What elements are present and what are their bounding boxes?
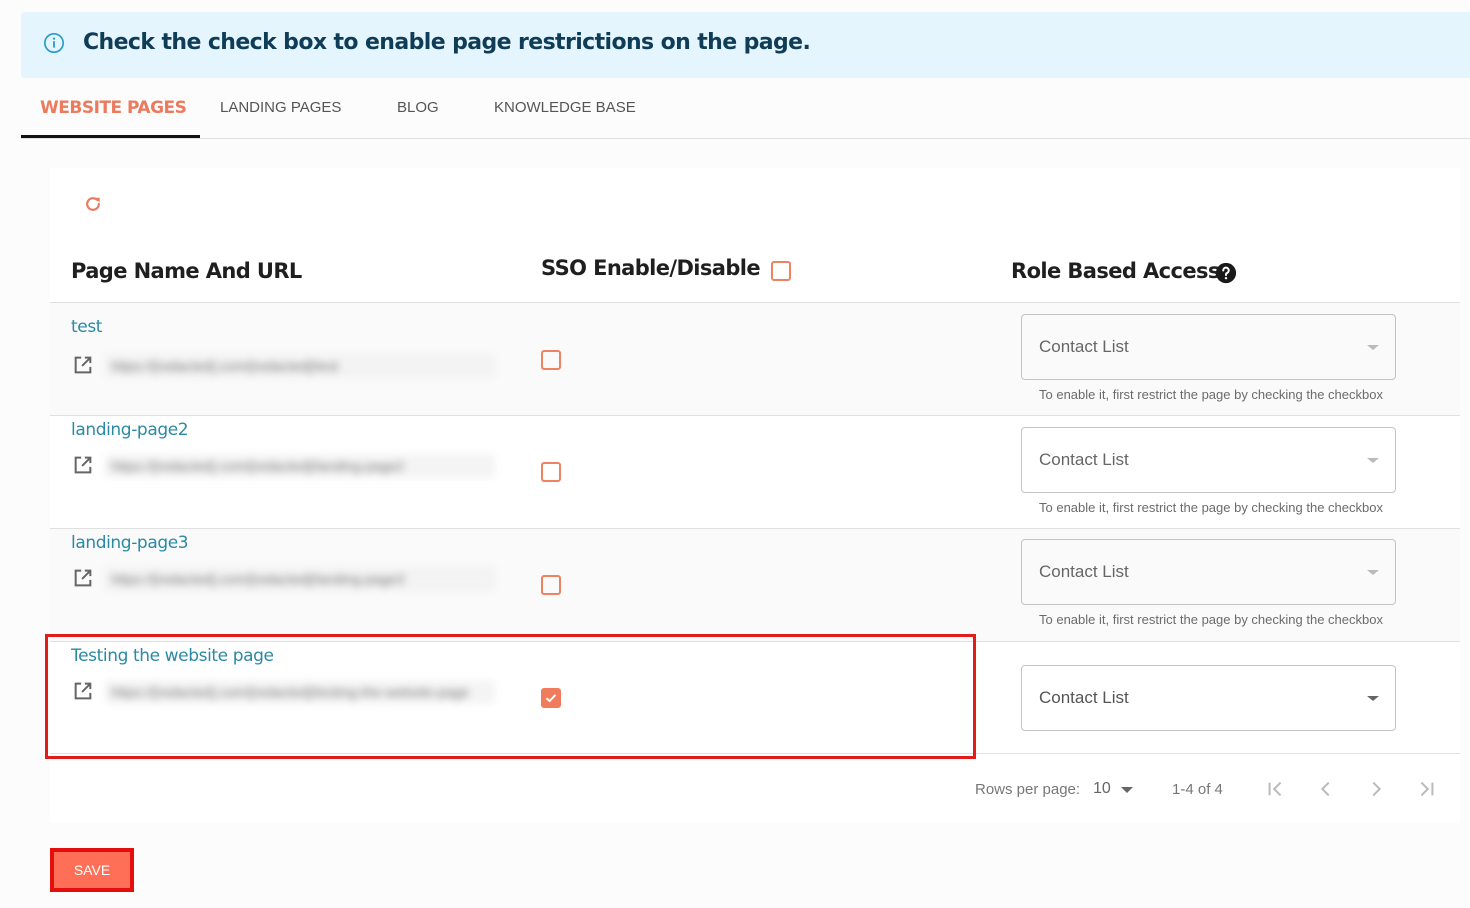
help-circle-icon[interactable]: [1215, 262, 1237, 284]
page-url: https://[redacted].com/[redacted]/test: [105, 354, 495, 378]
table-pagination: Rows per page: 10 1-4 of 4: [50, 768, 1460, 808]
page-name-link[interactable]: landing-page2: [71, 420, 189, 440]
role-select[interactable]: Contact List: [1021, 665, 1396, 731]
sso-checkbox[interactable]: [541, 575, 561, 595]
role-select-value: Contact List: [1039, 688, 1129, 707]
open-external-icon[interactable]: [72, 454, 94, 476]
role-helper-text: To enable it, first restrict the page by…: [1039, 612, 1383, 627]
role-select-value: Contact List: [1039, 337, 1129, 356]
open-external-icon[interactable]: [72, 680, 94, 702]
rows-per-page-caret-icon[interactable]: [1121, 787, 1133, 793]
open-external-icon[interactable]: [72, 354, 94, 376]
pagination-range: 1-4 of 4: [1172, 781, 1223, 798]
page-name-link[interactable]: Testing the website page: [71, 646, 274, 666]
sso-checkbox[interactable]: [541, 350, 561, 370]
column-header-sso: SSO Enable/Disable: [541, 256, 761, 280]
pages-table-card: Page Name And URL SSO Enable/Disable Rol…: [50, 168, 1460, 823]
previous-page-icon[interactable]: [1315, 778, 1337, 800]
checkmark-icon: [545, 694, 557, 703]
next-page-icon[interactable]: [1365, 778, 1387, 800]
save-button[interactable]: SAVE: [50, 848, 134, 892]
role-select-value: Contact List: [1039, 450, 1129, 469]
table-row: landing-page3 https://[redacted].com/[re…: [50, 529, 1460, 642]
role-helper-text: To enable it, first restrict the page by…: [1039, 387, 1383, 402]
info-banner: Check the check box to enable page restr…: [21, 12, 1470, 78]
last-page-icon[interactable]: [1415, 778, 1437, 800]
sso-select-all-checkbox[interactable]: [771, 261, 791, 281]
dropdown-caret-icon: [1367, 458, 1379, 463]
role-helper-text: To enable it, first restrict the page by…: [1039, 500, 1383, 515]
tab-knowledge-base[interactable]: KNOWLEDGE BASE: [494, 78, 636, 138]
role-select-value: Contact List: [1039, 562, 1129, 581]
tab-website-pages[interactable]: WEBSITE PAGES: [40, 78, 187, 138]
table-row: Testing the website page https://[redact…: [50, 642, 1460, 754]
page-name-link[interactable]: test: [71, 317, 102, 337]
active-tab-indicator: [21, 135, 200, 138]
column-header-role: Role Based Access: [1011, 259, 1220, 283]
refresh-icon[interactable]: [83, 194, 103, 214]
content-type-tabs: WEBSITE PAGES LANDING PAGES BLOG KNOWLED…: [21, 78, 1470, 139]
open-external-icon[interactable]: [72, 567, 94, 589]
dropdown-caret-icon: [1367, 696, 1379, 701]
table-row: landing-page2 https://[redacted].com/[re…: [50, 416, 1460, 529]
page-url: https://[redacted].com/[redacted]/landin…: [105, 567, 495, 591]
role-select[interactable]: Contact List: [1021, 427, 1396, 493]
rows-per-page-select[interactable]: 10: [1093, 780, 1111, 798]
page-name-link[interactable]: landing-page3: [71, 533, 189, 553]
role-select[interactable]: Contact List: [1021, 314, 1396, 380]
role-select[interactable]: Contact List: [1021, 539, 1396, 605]
tab-blog[interactable]: BLOG: [397, 78, 439, 138]
page-url: https://[redacted].com/[redacted]/landin…: [105, 454, 495, 478]
dropdown-caret-icon: [1367, 345, 1379, 350]
column-header-page: Page Name And URL: [71, 259, 302, 283]
sso-checkbox[interactable]: [541, 688, 561, 708]
dropdown-caret-icon: [1367, 570, 1379, 575]
tab-landing-pages[interactable]: LANDING PAGES: [220, 78, 341, 138]
banner-message: Check the check box to enable page restr…: [83, 30, 811, 55]
sso-checkbox[interactable]: [541, 462, 561, 482]
info-circle-icon: [44, 33, 64, 53]
rows-per-page-label: Rows per page:: [975, 781, 1081, 798]
page-url: https://[redacted].com/[redacted]/testin…: [105, 680, 495, 704]
first-page-icon[interactable]: [1265, 778, 1287, 800]
table-row: test https://[redacted].com/[redacted]/t…: [50, 303, 1460, 416]
